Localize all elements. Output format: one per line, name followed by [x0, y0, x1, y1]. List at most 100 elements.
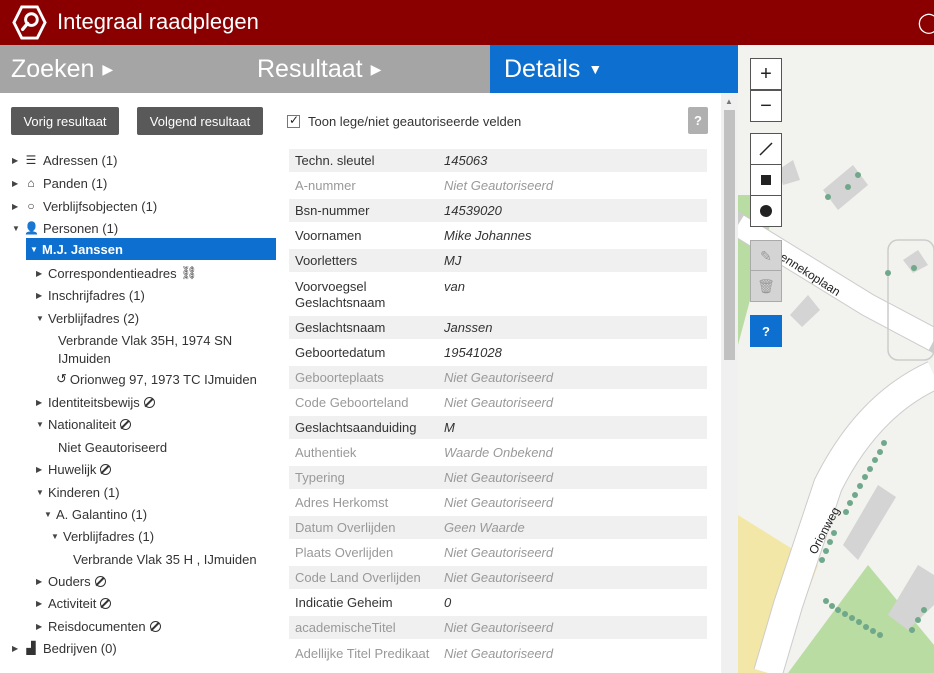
caret-down-icon: ▼	[51, 531, 59, 541]
tree-leaf-nationaliteit: Niet Geautoriseerd	[58, 439, 168, 455]
not-authorized-icon	[143, 396, 155, 408]
caret-down-icon: ▼	[36, 487, 44, 497]
chevron-right-icon: ▶	[370, 60, 382, 77]
scroll-up-icon[interactable]: ▲	[725, 97, 733, 106]
map-help-button[interactable]: ?	[750, 315, 782, 347]
caret-right-icon: ▶	[36, 598, 43, 608]
caret-right-icon: ▶	[36, 290, 43, 300]
tree-item-kind-verblijfadres[interactable]: ▼ Verblijfadres (1)	[51, 525, 154, 547]
square-icon	[761, 175, 771, 185]
tree-item-person-selected[interactable]: ▼ M.J. Janssen	[26, 238, 276, 260]
circle-icon: ○	[27, 199, 35, 213]
not-authorized-icon	[94, 575, 106, 587]
caret-down-icon: ▼	[12, 223, 20, 233]
tree-leaf-kind-verblijfadres[interactable]: Verbrande Vlak 35 H , IJmuiden	[73, 548, 257, 570]
delete-button[interactable]: 🗑	[750, 270, 782, 302]
history-icon: ↺	[56, 371, 67, 386]
trash-icon: 🗑	[757, 277, 775, 294]
tree-item-activiteit[interactable]: ▶ Activiteit	[36, 592, 112, 614]
details-panel: Toon lege/niet geautoriseerde velden ? T…	[283, 93, 738, 673]
tab-details[interactable]: Details ▼	[490, 45, 738, 93]
field-row: Code Land Overlijden Niet Geautoriseerd	[289, 566, 707, 589]
search-logo-icon	[12, 5, 47, 40]
map-view[interactable]: Dennekoplaan Orionweg + − ✎ 🗑 ?	[738, 45, 934, 673]
tree-item-verblijfsobjecten[interactable]: ▶ ○ Verblijfsobjecten (1)	[12, 195, 157, 217]
tree-item-kind[interactable]: ▼ A. Galantino (1)	[44, 503, 147, 525]
zoom-in-button[interactable]: +	[750, 58, 782, 90]
tree-item-identiteitsbewijs[interactable]: ▶ Identiteitsbewijs	[36, 391, 155, 413]
app-header: Integraal raadplegen ◯	[0, 0, 934, 45]
scrollbar-thumb[interactable]	[724, 110, 735, 360]
caret-right-icon: ▶	[36, 464, 43, 474]
user-icon: 👤	[24, 221, 39, 235]
field-row: Authentiek Waarde Onbekend	[295, 445, 553, 460]
field-row: Datum Overlijden Geen Waarde	[289, 516, 707, 539]
tab-resultaat[interactable]: Resultaat ▶	[257, 45, 381, 93]
line-icon	[759, 142, 773, 156]
tree-item-reisdocumenten[interactable]: ▶ Reisdocumenten	[36, 615, 161, 637]
zoom-out-button[interactable]: −	[750, 90, 782, 122]
draw-square-button[interactable]	[750, 164, 782, 196]
caret-right-icon: ▶	[12, 201, 19, 211]
edit-button[interactable]: ✎	[750, 240, 782, 272]
not-authorized-icon	[100, 463, 112, 475]
caret-down-icon: ▼	[36, 313, 44, 323]
tree-item-adressen[interactable]: ▶ ☰ Adressen (1)	[12, 149, 117, 171]
user-icon[interactable]: ◯	[918, 10, 934, 35]
caret-right-icon: ▶	[12, 155, 19, 165]
not-authorized-icon	[100, 597, 112, 609]
vertical-scrollbar[interactable]: ▲	[721, 93, 738, 673]
caret-right-icon: ▶	[36, 268, 43, 278]
caret-down-icon: ▼	[30, 244, 38, 254]
draw-circle-button[interactable]	[750, 195, 782, 227]
circle-icon	[760, 205, 772, 217]
field-row: Adres Herkomst Niet Geautoriseerd	[295, 495, 554, 510]
checkbox[interactable]	[287, 113, 300, 128]
field-row: Geboortedatum 19541028	[295, 345, 502, 360]
tree-item-ouders[interactable]: ▶ Ouders	[36, 570, 106, 592]
field-row: A-nummer Niet Geautoriseerd	[295, 178, 554, 193]
caret-right-icon: ▶	[12, 643, 19, 653]
field-row: Techn. sleutel 145063	[289, 149, 707, 172]
app-title: Integraal raadplegen	[57, 9, 259, 34]
field-row: Typering Niet Geautoriseerd	[289, 466, 707, 489]
not-authorized-icon	[119, 418, 131, 430]
next-result-button[interactable]: Volgend resultaat	[137, 107, 263, 135]
tree-leaf-verblijfadres-2[interactable]: ↺ Orionweg 97, 1973 TC IJmuiden	[56, 368, 257, 390]
tree-item-personen[interactable]: ▼ 👤 Personen (1)	[12, 217, 118, 239]
caret-right-icon: ▶	[12, 178, 19, 188]
edit-icon: ✎	[760, 247, 772, 264]
show-empty-fields-toggle[interactable]: Toon lege/niet geautoriseerde velden	[287, 113, 521, 129]
field-row: Geslachtsnaam Janssen	[289, 316, 707, 339]
chevron-down-icon: ▼	[588, 61, 603, 77]
field-row: Code Geboorteland Niet Geautoriseerd	[295, 395, 554, 410]
tree-item-correspondentieadres[interactable]: ▶ Correspondentieadres ⛓	[36, 262, 197, 284]
tree-item-verblijfadres[interactable]: ▼ Verblijfadres (2)	[36, 307, 139, 329]
previous-result-button[interactable]: Vorig resultaat	[11, 107, 119, 135]
tree-item-panden[interactable]: ▶ ⌂ Panden (1)	[12, 172, 107, 194]
tree-item-nationaliteit[interactable]: ▼ Nationaliteit	[36, 413, 131, 435]
tree-item-bedrijven[interactable]: ▶ ▟ Bedrijven (0)	[12, 637, 117, 659]
field-row: Voornamen Mike Johannes	[295, 228, 532, 243]
tab-zoeken[interactable]: Zoeken ▶	[11, 45, 113, 93]
help-button[interactable]: ?	[688, 107, 708, 134]
chevron-right-icon: ▶	[102, 60, 114, 77]
tab-bar: Zoeken ▶ Resultaat ▶ Details ▼	[0, 45, 738, 93]
not-authorized-icon	[149, 620, 161, 632]
draw-line-button[interactable]	[750, 133, 782, 165]
link-broken-icon: ⛓	[180, 265, 198, 280]
field-row: academischeTitel Niet Geautoriseerd	[289, 616, 707, 639]
home-icon: ⌂	[27, 176, 35, 190]
caret-down-icon: ▼	[44, 509, 52, 519]
tree-item-inschrijfadres[interactable]: ▶ Inschrijfadres (1)	[36, 284, 145, 306]
factory-icon: ▟	[26, 641, 36, 655]
list-icon: ☰	[25, 153, 37, 167]
caret-right-icon: ▶	[36, 576, 43, 586]
result-tree-panel: Vorig resultaat Volgend resultaat ▶ ☰ Ad…	[0, 93, 283, 673]
tree-leaf-verblijfadres-1-city[interactable]: IJmuiden	[58, 347, 111, 369]
field-row: Geslachtsaanduiding M	[289, 416, 707, 439]
field-row: Voorletters MJ	[289, 249, 707, 272]
tree-item-huwelijk[interactable]: ▶ Huwelijk	[36, 458, 112, 480]
caret-down-icon: ▼	[36, 419, 44, 429]
tree-item-kinderen[interactable]: ▼ Kinderen (1)	[36, 481, 120, 503]
